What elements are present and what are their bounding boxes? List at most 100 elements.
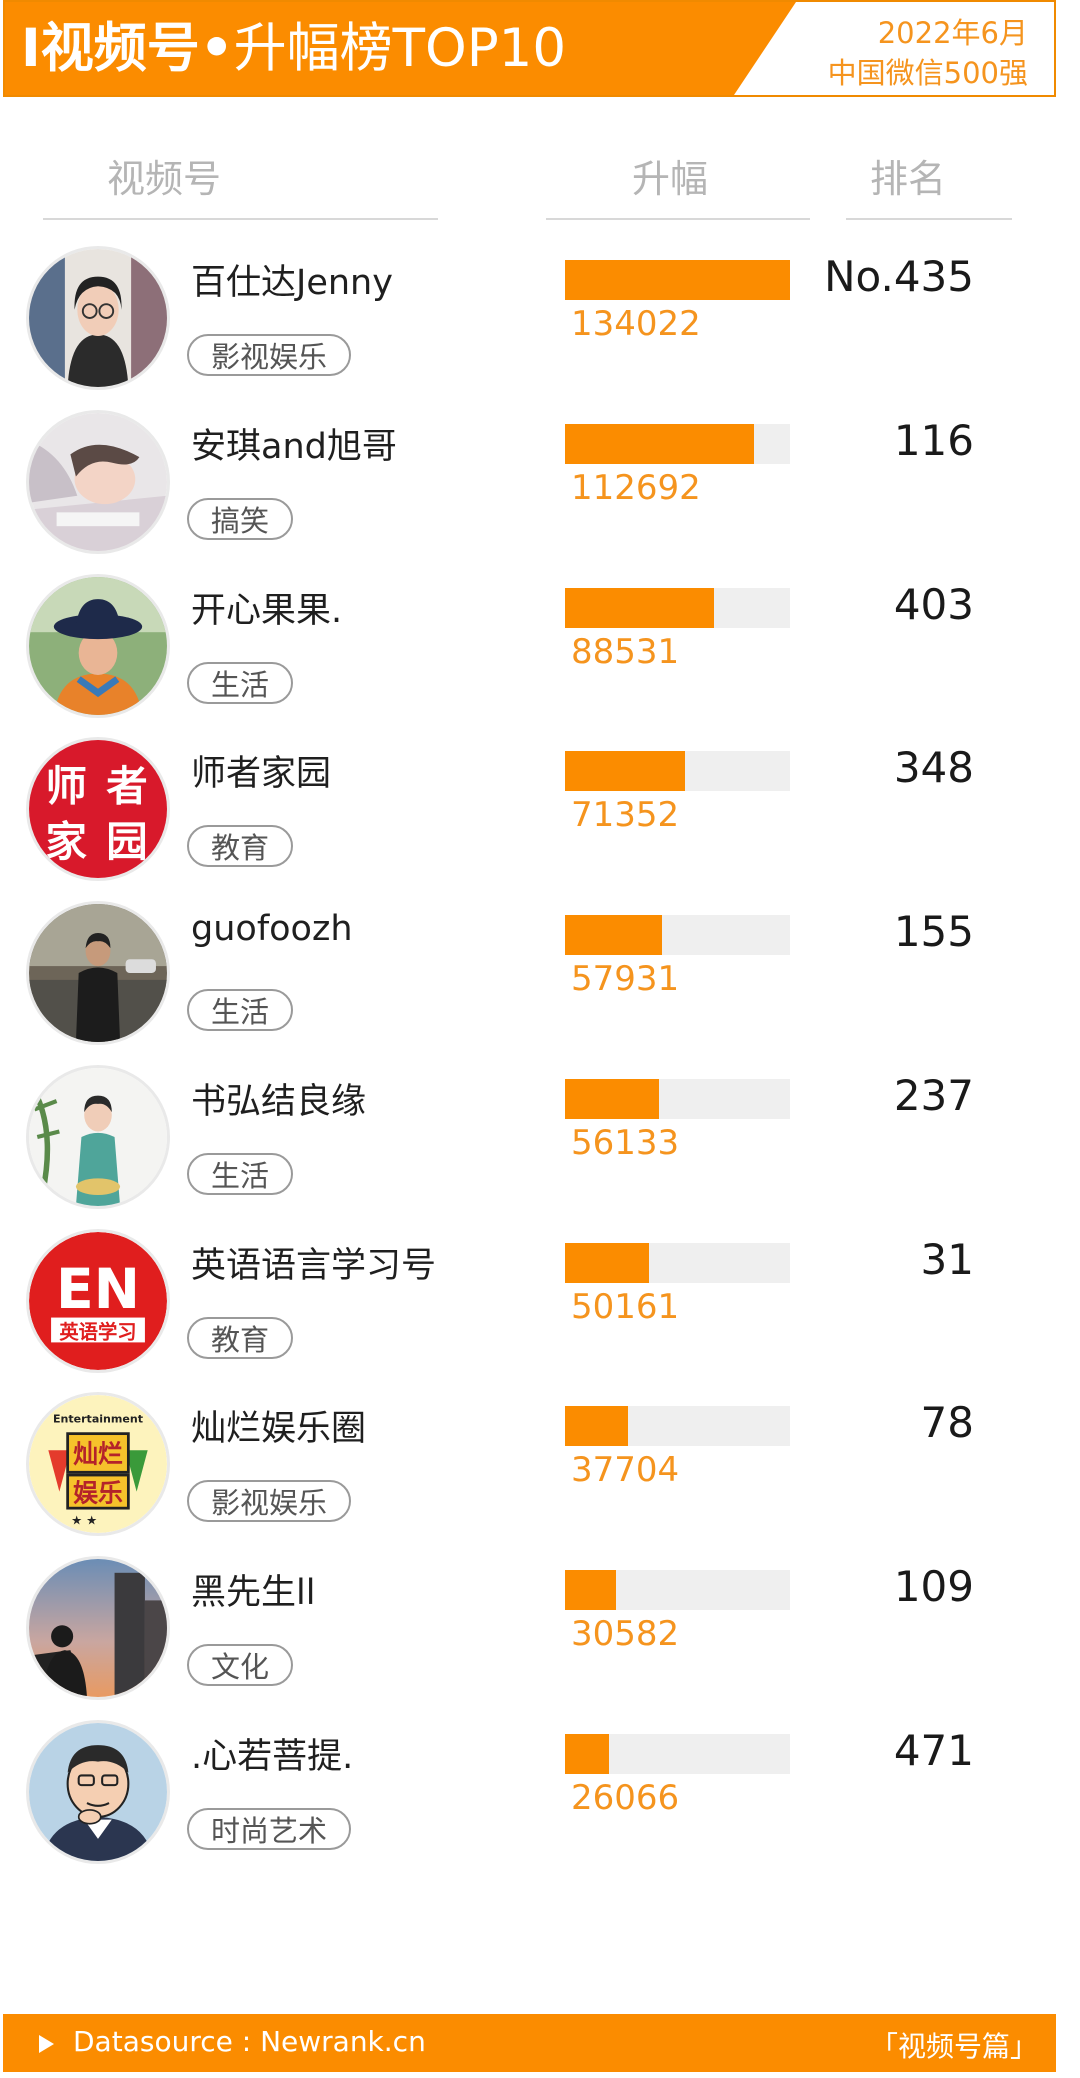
title-rest: 升幅榜TOP10 xyxy=(233,18,567,79)
avatar[interactable] xyxy=(26,246,170,390)
table-row[interactable]: 百仕达Jenny 影视娱乐 134022 No.435 xyxy=(0,246,1080,416)
table-row[interactable]: 开心果果. 生活 88531 403 xyxy=(0,574,1080,744)
growth-bar-track xyxy=(565,1406,790,1446)
growth-value-label: 112692 xyxy=(571,468,701,508)
growth-value-label: 26066 xyxy=(571,1778,680,1818)
table-row[interactable]: EN 英语学习 英语语言学习号 教育 50161 31 xyxy=(0,1229,1080,1399)
growth-bar-track xyxy=(565,588,790,628)
growth-bar xyxy=(565,1734,609,1774)
avatar[interactable] xyxy=(26,410,170,554)
svg-text:英语学习: 英语学习 xyxy=(59,1320,136,1343)
account-name[interactable]: 开心果果. xyxy=(191,582,342,633)
category-tag: 影视娱乐 xyxy=(187,334,352,376)
header-banner: I视频号•升幅榜TOP10 2022年6月 中国微信500强 xyxy=(3,0,1056,97)
table-row[interactable]: 师者家园师者家园 教育 71352 348 xyxy=(0,737,1080,907)
growth-bar-track xyxy=(565,260,790,300)
growth-bar xyxy=(565,424,754,464)
svg-text:者: 者 xyxy=(106,762,147,811)
column-divider-rank xyxy=(846,218,1012,220)
avatar[interactable] xyxy=(26,574,170,718)
data-source: Datasource : Newrank.cn xyxy=(73,2025,426,2058)
rank-value: 109 xyxy=(893,1562,974,1611)
category-tag: 教育 xyxy=(187,1317,294,1359)
page-title: I视频号•升幅榜TOP10 xyxy=(21,19,566,79)
account-name[interactable]: .心若菩提. xyxy=(191,1728,353,1779)
account-name[interactable]: 百仕达Jenny xyxy=(191,254,393,305)
avatar[interactable]: Entertainment 灿烂 娱乐 ★ ★ xyxy=(26,1392,170,1536)
table-row[interactable]: 安琪and旭哥搞笑 112692 116 xyxy=(0,410,1080,580)
rank-value: 116 xyxy=(893,416,974,465)
growth-bar-track xyxy=(565,1734,790,1774)
growth-bar-track xyxy=(565,915,790,955)
category-tag: 教育 xyxy=(187,825,294,867)
growth-value-label: 88531 xyxy=(571,632,680,672)
account-name[interactable]: 英语语言学习号 xyxy=(191,1237,436,1288)
svg-text:园: 园 xyxy=(106,817,147,866)
growth-value-label: 30582 xyxy=(571,1614,680,1654)
growth-bar xyxy=(565,915,662,955)
category-tag: 生活 xyxy=(187,1153,294,1195)
category-tag: 文化 xyxy=(187,1644,294,1686)
rank-value: 237 xyxy=(893,1071,974,1120)
avatar[interactable]: EN 英语学习 xyxy=(26,1229,170,1373)
growth-bar xyxy=(565,1243,649,1283)
growth-value-label: 134022 xyxy=(571,304,701,344)
growth-bar-track xyxy=(565,424,790,464)
growth-bar xyxy=(565,1406,628,1446)
svg-text:EN: EN xyxy=(56,1258,140,1322)
column-header-account: 视频号 xyxy=(107,157,222,201)
growth-value-label: 56133 xyxy=(571,1123,680,1163)
growth-value-label: 50161 xyxy=(571,1287,680,1327)
rank-value: 471 xyxy=(893,1726,974,1775)
avatar[interactable] xyxy=(26,901,170,1045)
table-row[interactable]: .心若菩提. 时尚艺术 26066 471 xyxy=(0,1720,1080,1890)
growth-bar-track xyxy=(565,1570,790,1610)
avatar[interactable] xyxy=(26,1556,170,1700)
growth-bar xyxy=(565,1079,659,1119)
category-tag: 搞笑 xyxy=(187,498,294,540)
table-row[interactable]: 书弘结良缘生活 56133 237 xyxy=(0,1065,1080,1235)
table-row[interactable]: guofoozh 生活 57931 155 xyxy=(0,901,1080,1071)
date-label: 2022年6月 xyxy=(877,16,1028,50)
column-divider-account xyxy=(43,218,438,220)
title-bold: I视频号• xyxy=(21,18,234,79)
avatar[interactable] xyxy=(26,1720,170,1864)
growth-value-label: 71352 xyxy=(571,795,680,835)
growth-bar xyxy=(565,1570,616,1610)
account-name[interactable]: 灿烂娱乐圈 xyxy=(191,1400,366,1451)
category-tag: 生活 xyxy=(187,989,294,1031)
svg-text:Entertainment: Entertainment xyxy=(53,1413,144,1426)
column-header-rank: 排名 xyxy=(870,157,947,201)
table-row[interactable]: 黑先生ll 文化 30582 109 xyxy=(0,1556,1080,1726)
growth-bar-track xyxy=(565,1243,790,1283)
growth-bar xyxy=(565,260,790,300)
date-block: 2022年6月 中国微信500强 xyxy=(828,13,1028,93)
account-name[interactable]: guofoozh xyxy=(191,909,353,949)
column-header-growth: 升幅 xyxy=(632,157,709,201)
rank-value: 155 xyxy=(893,907,974,956)
growth-value-label: 57931 xyxy=(571,959,680,999)
avatar[interactable] xyxy=(26,1065,170,1209)
column-divider-growth xyxy=(546,218,810,220)
svg-text:师: 师 xyxy=(46,762,87,811)
account-name[interactable]: 黑先生ll xyxy=(191,1564,315,1615)
category-tag: 影视娱乐 xyxy=(187,1480,352,1522)
avatar[interactable]: 师者家园 xyxy=(26,737,170,881)
table-row[interactable]: Entertainment 灿烂 娱乐 ★ ★ 灿烂娱乐圈影视娱乐 37704 78 xyxy=(0,1392,1080,1562)
footer-tagline: 「视频号篇」 xyxy=(869,2030,1038,2063)
growth-bar-track xyxy=(565,1079,790,1119)
svg-text:★ ★: ★ ★ xyxy=(71,1513,97,1528)
category-tag: 时尚艺术 xyxy=(187,1808,352,1850)
rank-value: No.435 xyxy=(824,252,974,301)
growth-value-label: 37704 xyxy=(571,1450,680,1490)
account-name[interactable]: 书弘结良缘 xyxy=(191,1073,366,1124)
account-name[interactable]: 师者家园 xyxy=(191,745,331,796)
growth-bar-track xyxy=(565,751,790,791)
growth-bar xyxy=(565,588,714,628)
rank-value: 403 xyxy=(893,580,974,629)
account-name[interactable]: 安琪and旭哥 xyxy=(191,418,397,469)
svg-text:家: 家 xyxy=(46,817,88,866)
subtitle: 中国微信500强 xyxy=(827,56,1028,90)
rank-value: 78 xyxy=(920,1398,974,1447)
rank-value: 31 xyxy=(920,1235,974,1284)
